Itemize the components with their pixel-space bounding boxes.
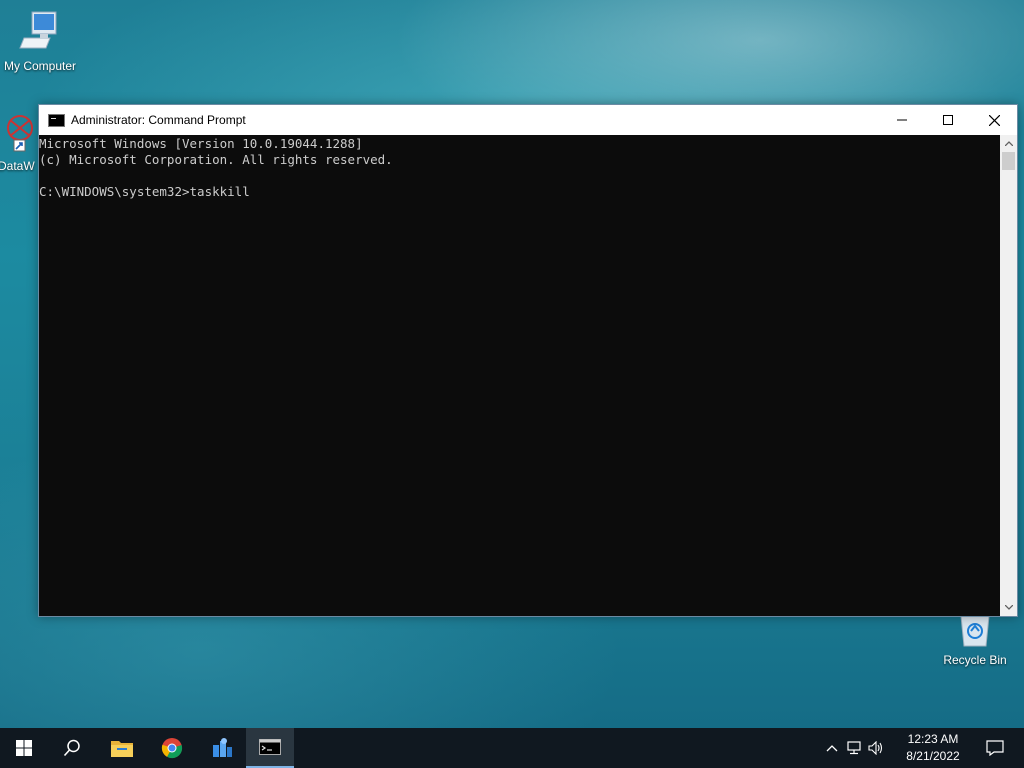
clock-date: 8/21/2022 — [906, 749, 960, 763]
console-output[interactable]: Microsoft Windows [Version 10.0.19044.12… — [39, 135, 1000, 616]
minimize-icon — [897, 119, 907, 121]
pinned-app-button[interactable] — [198, 728, 246, 768]
maximize-button[interactable] — [925, 105, 971, 135]
scroll-down-arrow[interactable] — [1000, 599, 1017, 616]
action-center-button[interactable] — [972, 728, 1018, 768]
app-icon — [213, 738, 232, 757]
command-prompt-icon — [259, 739, 281, 755]
file-explorer-icon — [111, 741, 133, 757]
window-title: Administrator: Command Prompt — [71, 113, 246, 127]
volume-icon — [868, 741, 883, 755]
minimize-button[interactable] — [879, 105, 925, 135]
clock[interactable]: 12:23 AM 8/21/2022 — [898, 731, 968, 765]
console-prompt-line[interactable]: C:\WINDOWS\system32>taskkill — [39, 184, 1000, 200]
datawrapper-shortcut-icon — [7, 115, 33, 152]
vertical-scrollbar[interactable] — [1000, 135, 1017, 616]
file-explorer-button[interactable] — [98, 728, 146, 768]
recycle-bin-label: Recycle Bin — [943, 653, 1007, 667]
clock-time: 12:23 AM — [907, 732, 959, 746]
system-tray: 12:23 AM 8/21/2022 — [824, 728, 1024, 768]
command-prompt-window[interactable]: Administrator: Command Prompt Microsoft … — [38, 104, 1018, 617]
maximize-icon — [943, 115, 953, 125]
recycle-bin-icon — [960, 615, 990, 647]
chevron-up-icon — [826, 744, 838, 751]
scrollbar-thumb[interactable] — [1002, 152, 1015, 170]
scroll-up-arrow[interactable] — [1000, 135, 1017, 152]
chrome-icon — [161, 738, 183, 759]
taskbar: 12:23 AM 8/21/2022 — [0, 728, 1024, 768]
my-computer-label: My Computer — [3, 59, 77, 73]
desktop: My Computer DataW Recycle Bin Administra… — [0, 0, 1024, 728]
command-prompt-taskbar-button[interactable] — [246, 728, 294, 768]
recycle-bin-desktop-icon[interactable]: Recycle Bin — [935, 612, 1015, 667]
chevron-down-icon — [1004, 605, 1013, 610]
chevron-up-icon — [1004, 141, 1013, 146]
network-button[interactable] — [842, 728, 866, 768]
network-icon — [847, 741, 861, 755]
command-prompt-icon — [48, 113, 65, 127]
console-line: Microsoft Windows [Version 10.0.19044.12… — [39, 136, 363, 151]
chrome-button[interactable] — [148, 728, 196, 768]
start-button[interactable] — [0, 728, 48, 768]
notification-icon — [986, 740, 1004, 756]
title-bar[interactable]: Administrator: Command Prompt — [39, 105, 1017, 135]
close-icon — [988, 114, 1000, 126]
search-icon — [63, 739, 80, 757]
search-button[interactable] — [48, 728, 96, 768]
close-button[interactable] — [971, 105, 1017, 135]
my-computer-desktop-icon[interactable]: My Computer — [0, 8, 80, 73]
volume-button[interactable] — [864, 728, 888, 768]
computer-icon — [19, 11, 57, 49]
console-line: (c) Microsoft Corporation. All rights re… — [39, 152, 393, 167]
windows-start-icon — [16, 740, 32, 756]
show-hidden-icons-button[interactable] — [820, 728, 844, 768]
